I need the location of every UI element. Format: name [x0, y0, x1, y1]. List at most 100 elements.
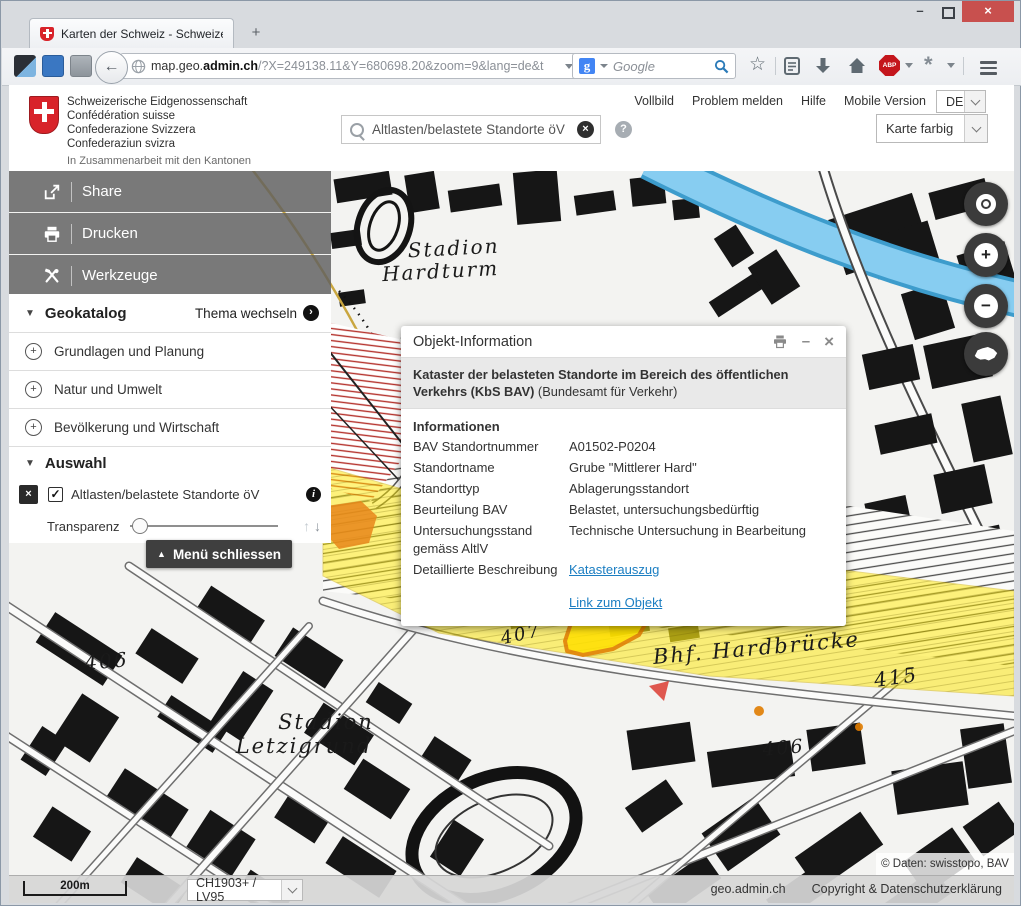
copyright-link[interactable]: Copyright & Datenschutzerklärung: [812, 882, 1002, 896]
window-close-button[interactable]: ×: [962, 1, 1014, 22]
search-input[interactable]: [370, 121, 577, 138]
downloads-icon[interactable]: [814, 56, 832, 76]
logo-line-4: Confederaziun svizra: [67, 137, 251, 151]
layer-up-icon[interactable]: ↑: [303, 518, 310, 534]
search-clear-icon[interactable]: ×: [577, 121, 594, 138]
geokatalog-title: Geokatalog: [45, 305, 195, 322]
zoom-in-button[interactable]: +: [964, 233, 1008, 277]
maximize-icon: [942, 7, 955, 19]
catalog-item-grundlagen[interactable]: + Grundlagen und Planung: [9, 333, 331, 370]
share-button[interactable]: Share: [9, 171, 331, 212]
tab-title: Karten der Schweiz - Schweize...: [61, 27, 223, 41]
web-search-bar[interactable]: g Google: [572, 53, 736, 79]
extension-icon-3[interactable]: [70, 55, 92, 77]
catalog-item-natur[interactable]: + Natur und Umwelt: [9, 371, 331, 408]
toolbar-divider: [775, 57, 776, 75]
logo-line-1: Schweizerische Eidgenossenschaft: [67, 95, 251, 109]
layer-down-icon[interactable]: ↓: [314, 518, 321, 534]
print-button[interactable]: Drucken: [9, 213, 331, 254]
app-header: Schweizerische Eidgenossenschaft Confédé…: [9, 85, 1014, 171]
new-tab-button[interactable]: +: [243, 22, 269, 44]
addon-icon[interactable]: *: [924, 52, 933, 78]
popup-minimize-icon[interactable]: –: [802, 334, 810, 349]
home-icon[interactable]: [847, 56, 867, 76]
geokatalog-header[interactable]: ▼ Geokatalog Thema wechseln ›: [9, 294, 331, 332]
auswahl-header[interactable]: ▼ Auswahl: [9, 447, 331, 479]
transparency-slider[interactable]: [130, 525, 278, 527]
popup-title: Objekt-Information: [413, 334, 758, 350]
background-layer-select[interactable]: Karte farbig: [876, 114, 988, 143]
bookmark-star-icon[interactable]: ☆: [749, 53, 766, 76]
link-hilfe[interactable]: Hilfe: [801, 94, 826, 108]
catalog-panel: ▼ Geokatalog Thema wechseln › + Grundlag…: [9, 294, 331, 543]
popup-close-icon[interactable]: ×: [824, 333, 834, 350]
close-menu-button[interactable]: ▲ Menü schliessen: [146, 540, 292, 568]
url-bar[interactable]: map.geo.admin.ch/?X=249138.11&Y=680698.2…: [120, 53, 602, 79]
title-bar: Karten der Schweiz - Schweize... + – ×: [1, 1, 1020, 48]
katasterauszug-link[interactable]: Katasterauszug: [569, 562, 659, 577]
page-viewport: Stadion Hardturm Bhf. Hardbrücke Stadion…: [9, 85, 1014, 903]
back-button[interactable]: ←: [95, 51, 128, 84]
remove-layer-icon[interactable]: ×: [19, 485, 38, 504]
tools-icon: [39, 267, 65, 285]
layer-info-icon[interactable]: i: [306, 487, 321, 502]
svg-text:Letzigrund: Letzigrund: [235, 734, 373, 758]
link-vollbild[interactable]: Vollbild: [634, 94, 674, 108]
object-link[interactable]: Link zum Objekt: [569, 595, 662, 610]
chevron-down-icon: [971, 122, 981, 132]
addon-dropdown-icon[interactable]: [947, 63, 955, 68]
adblock-icon[interactable]: ABP: [879, 55, 900, 76]
zoom-out-button[interactable]: −: [964, 284, 1008, 328]
transparency-row: Transparenz ↑ ↓: [9, 509, 331, 543]
slider-thumb[interactable]: [132, 518, 148, 534]
row-label: Detaillierte Beschreibung: [413, 561, 561, 579]
url-host: map.geo.: [151, 59, 203, 73]
menu-hamburger-icon[interactable]: [980, 58, 997, 78]
default-extent-button[interactable]: [964, 332, 1008, 376]
projection-select[interactable]: CH1903+ / LV95: [187, 879, 303, 901]
plus-icon: +: [974, 243, 998, 267]
map-attribution: © Daten: swisstopo, BAV: [876, 853, 1014, 875]
swiss-favicon-icon: [40, 27, 54, 41]
link-mobile-version[interactable]: Mobile Version: [844, 94, 926, 108]
google-icon: g: [579, 58, 595, 74]
row-value: Ablagerungsstandort: [569, 480, 834, 498]
link-problem-melden[interactable]: Problem melden: [692, 94, 783, 108]
bookmarks-list-icon[interactable]: [783, 56, 801, 76]
geoadmin-link[interactable]: geo.admin.ch: [711, 882, 786, 896]
adblock-dropdown-icon[interactable]: [905, 63, 913, 68]
tools-button[interactable]: Werkzeuge: [9, 255, 331, 296]
map-search-field[interactable]: ×: [341, 115, 601, 144]
swiss-coat-of-arms-icon: [29, 96, 59, 134]
collapse-triangle-icon: ▼: [25, 458, 35, 469]
extension-icon-1[interactable]: [14, 55, 36, 77]
collapse-triangle-icon: ▼: [25, 308, 35, 319]
expand-plus-icon: +: [25, 343, 42, 360]
triangle-up-icon: ▲: [157, 549, 166, 559]
url-domain: admin.ch: [203, 59, 258, 73]
row-label: BAV Standortnummer: [413, 438, 561, 456]
layer-label: Altlasten/belastete Standorte öV: [71, 487, 259, 502]
logo-line-3: Confederazione Svizzera: [67, 123, 251, 137]
print-icon: [39, 225, 65, 243]
window-minimize-button[interactable]: –: [906, 1, 934, 22]
popup-header[interactable]: Objekt-Information – ×: [401, 326, 846, 357]
object-info-popup: Objekt-Information – × Kataster der bela…: [401, 326, 846, 626]
svg-text:406: 406: [760, 735, 805, 761]
toolbar-divider-2: [963, 57, 964, 75]
layer-checkbox[interactable]: ✓: [48, 487, 63, 502]
window-maximize-button[interactable]: [934, 1, 962, 22]
search-go-icon[interactable]: [714, 59, 729, 74]
browser-tab[interactable]: Karten der Schweiz - Schweize...: [29, 18, 234, 48]
theme-switch-link[interactable]: Thema wechseln ›: [195, 305, 319, 321]
search-engine-dropdown-icon[interactable]: [600, 64, 608, 68]
language-select[interactable]: DE: [936, 90, 986, 113]
browser-window: Karten der Schweiz - Schweize... + – × ←…: [0, 0, 1021, 906]
popup-print-icon[interactable]: [772, 334, 788, 349]
catalog-item-bevoelkerung[interactable]: + Bevölkerung und Wirtschaft: [9, 409, 331, 446]
extension-icon-2[interactable]: [42, 55, 64, 77]
svg-text:Stadion: Stadion: [278, 710, 374, 734]
geolocate-button[interactable]: [964, 182, 1008, 226]
url-path: /?X=249138.11&Y=680698.20&zoom=9&lang=de…: [258, 59, 543, 73]
help-icon[interactable]: ?: [615, 121, 632, 138]
